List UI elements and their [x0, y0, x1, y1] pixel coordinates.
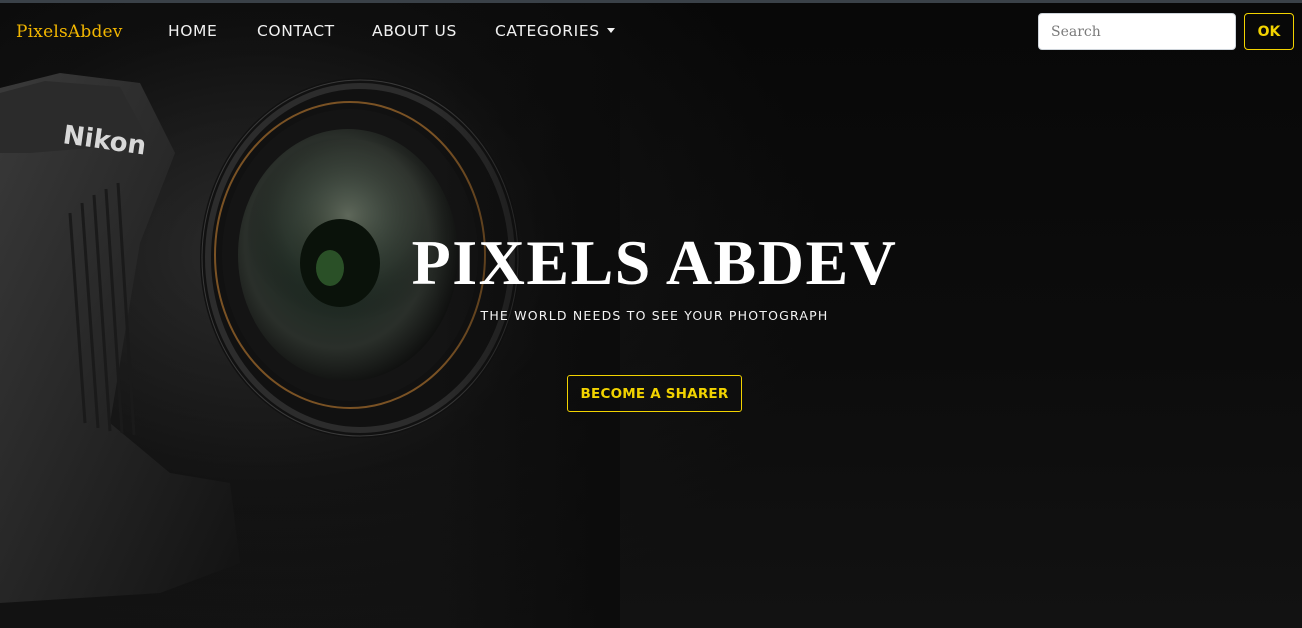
nav-contact[interactable]: CONTACT — [257, 22, 335, 40]
nav-about-us[interactable]: ABOUT US — [372, 22, 457, 40]
brand-logo[interactable]: PixelsAbdev — [16, 22, 123, 42]
hero-subtitle: THE WORLD NEEDS TO SEE YOUR PHOTOGRAPH — [480, 308, 829, 323]
search-ok-button[interactable]: OK — [1244, 13, 1294, 50]
caret-down-icon — [606, 28, 615, 33]
navbar: PixelsAbdev HOME CONTACT ABOUT US CATEGO… — [0, 3, 1302, 59]
nav-home[interactable]: HOME — [168, 22, 217, 40]
become-sharer-button[interactable]: BECOME A SHARER — [567, 375, 742, 412]
nav-categories-dropdown[interactable]: CATEGORIES — [495, 22, 615, 40]
search-input[interactable] — [1038, 13, 1236, 50]
hero-title: PIXELS ABDEV — [411, 227, 898, 298]
nav-categories-label: CATEGORIES — [495, 22, 600, 40]
